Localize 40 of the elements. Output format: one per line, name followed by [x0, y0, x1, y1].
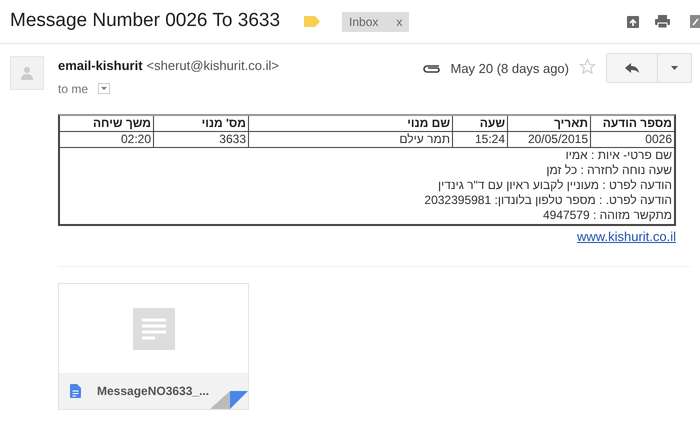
email-subject: Message Number 0026 To 3633	[10, 9, 280, 34]
reply-icon	[625, 63, 639, 73]
note-line: מתקשר מזוהה : 4947579	[542, 208, 672, 222]
inbox-label: Inbox x	[342, 12, 410, 32]
file-icon	[70, 384, 81, 398]
note-line: הודעה לפרט. : מספר טלפון בלונדון: 2032395981	[424, 192, 672, 208]
column-header: תאריך	[507, 116, 590, 130]
print-icon[interactable]	[655, 15, 670, 28]
column-header: משך שיחה	[92, 116, 152, 130]
note-line: שם פרטי- איות : אמיו	[566, 148, 672, 162]
caret-icon	[671, 66, 678, 70]
table-cell-text: 02:20	[120, 132, 152, 146]
reply-button[interactable]	[606, 53, 658, 83]
table-cell: 0026	[590, 132, 674, 146]
star-icon[interactable]	[579, 58, 596, 75]
table-cell: 3633	[153, 132, 248, 146]
caret-icon	[101, 87, 108, 90]
note-line: שעה נוחה לחזרה : כל זמן	[546, 162, 672, 178]
attachment-name: MessageNO3633_...	[97, 383, 210, 400]
column-header: מס' מנוי	[153, 116, 248, 130]
paperclip-icon	[422, 63, 442, 73]
fold-corner-icon	[210, 391, 248, 409]
column-header: מספר הודעה	[590, 116, 674, 130]
message-date: May 20 (8 days ago)	[450, 60, 569, 78]
sender-name[interactable]: email-kishurit	[58, 56, 143, 76]
person-icon	[20, 66, 34, 80]
sender-address: <sherut@kishurit.co.il>	[146, 57, 279, 75]
column-header: שעה	[452, 116, 507, 130]
details-dropdown[interactable]	[98, 83, 110, 94]
document-icon	[132, 308, 174, 350]
archive-icon[interactable]	[627, 16, 639, 28]
column-header: שם מנוי	[248, 116, 452, 130]
attachment-card[interactable]: MessageNO3633_...	[58, 283, 249, 410]
table-cell: 15:24	[452, 132, 507, 146]
remove-label-button[interactable]: x	[396, 12, 402, 30]
table-cell: 20/05/2015	[507, 132, 590, 146]
note-line: הודעה לפרט : מעוניין לקבוע ראיון עם ד"ר גינדין	[438, 178, 672, 192]
website-link[interactable]: www.kishurit.co.il	[577, 226, 676, 246]
recipient-text: to me	[58, 80, 88, 98]
table-cell: תמר עילם	[248, 132, 452, 146]
